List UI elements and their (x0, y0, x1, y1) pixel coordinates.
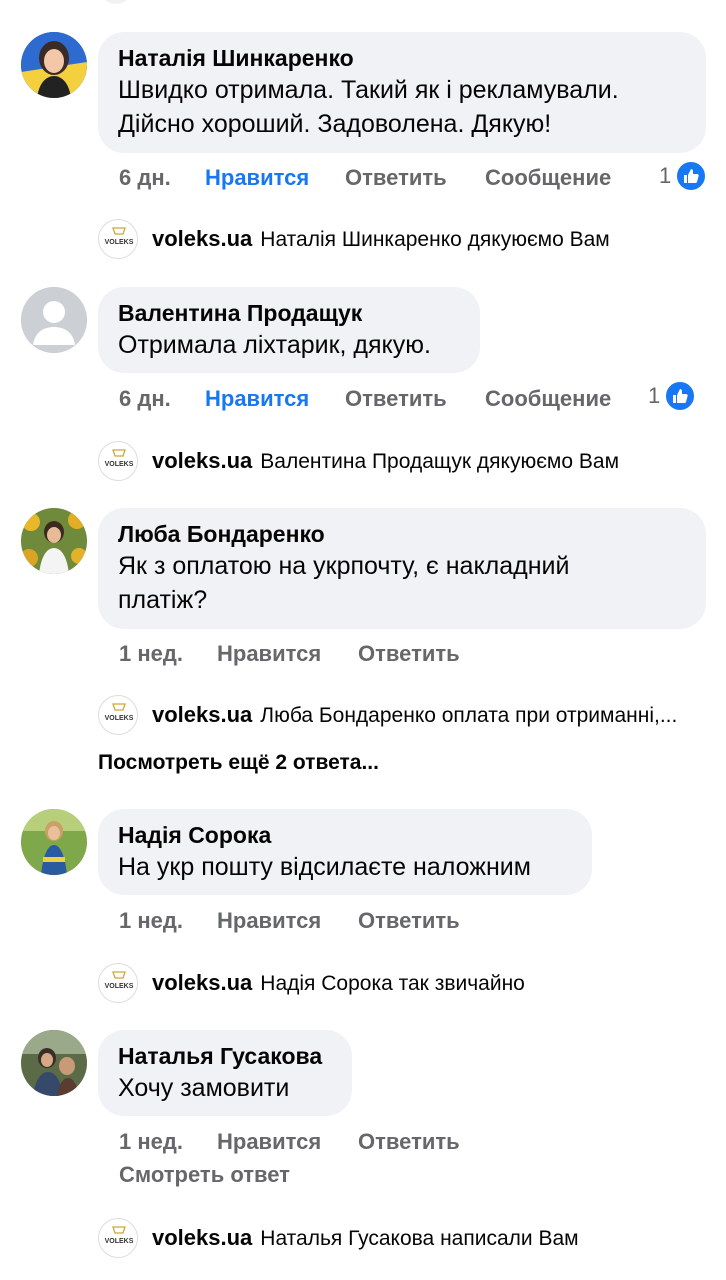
user-photo-icon (21, 508, 87, 574)
comment-bubble: Валентина Продащук Отримала ліхтарик, дя… (98, 287, 480, 373)
comment-text-line: Швидко отримала. Такий як і рекламували. (118, 76, 619, 104)
svg-text:VOLEKS: VOLEKS (105, 715, 134, 722)
avatar[interactable] (21, 287, 87, 353)
previous-comment-bubble-edge (98, 0, 134, 4)
comment-author[interactable]: Наталія Шинкаренко (118, 43, 686, 73)
comment-time[interactable]: 1 нед. (119, 905, 183, 937)
reply-body: Валентина Продащук дякуюємо Вам (260, 450, 620, 473)
like-button[interactable]: Нравится (217, 638, 321, 670)
user-photo-icon (21, 809, 87, 875)
comment-time[interactable]: 6 дн. (119, 162, 171, 194)
reply-author[interactable]: voleks.ua (152, 702, 252, 727)
reply-button[interactable]: Ответить (345, 162, 447, 194)
reply-text: voleks.ua Люба Бондаренко оплата при отри… (152, 695, 718, 736)
comment-author[interactable]: Валентина Продащук (118, 298, 460, 328)
comment-text-line: Як з оплатою на укрпочту, є накладний (118, 552, 570, 580)
comment-actions: 1 нед. Нравится Ответить (119, 1126, 519, 1158)
comment-bubble: Наталія Шинкаренко Швидко отримала. Таки… (98, 32, 706, 153)
page-reply: VOLEKS voleks.ua Наталія Шинкаренко дякую… (98, 219, 718, 261)
avatar[interactable] (21, 809, 87, 875)
page-reply: VOLEKS voleks.ua Надія Сорока так звичайн… (98, 963, 718, 1005)
avatar[interactable] (21, 508, 87, 574)
reply-body: Надія Сорока так звичайно (260, 972, 525, 995)
comment-bubble: Надія Сорока На укр пошту відсилаєте нал… (98, 809, 592, 895)
reply-author[interactable]: voleks.ua (152, 226, 252, 251)
comment-bubble: Люба Бондаренко Як з оплатою на укрпочту… (98, 508, 706, 629)
user-photo-icon (21, 32, 87, 98)
view-reply-link[interactable]: Смотреть ответ (119, 1162, 290, 1188)
reply-button[interactable]: Ответить (358, 905, 460, 937)
reply-author[interactable]: voleks.ua (152, 970, 252, 995)
voleks-logo-icon[interactable]: VOLEKS (98, 1218, 138, 1258)
voleks-logo-icon[interactable]: VOLEKS (98, 441, 138, 481)
like-button[interactable]: Нравится (205, 162, 309, 194)
reply-button[interactable]: Ответить (358, 638, 460, 670)
voleks-logo-icon[interactable]: VOLEKS (98, 219, 138, 259)
reply-body: Наталья Гусакова написали Вам (260, 1227, 579, 1250)
view-more-replies-link[interactable]: Посмотреть ещё 2 ответа... (98, 751, 379, 775)
comment-actions: 6 дн. Нравится Ответить Сообщение (119, 162, 611, 194)
like-icon (675, 160, 708, 192)
comment-time[interactable]: 6 дн. (119, 383, 171, 415)
reply-button[interactable]: Ответить (358, 1126, 460, 1158)
comment-actions: 1 нед. Нравится Ответить (119, 905, 519, 937)
comment-text-line: Дійсно хороший. Задоволена. Дякую! (118, 110, 552, 138)
comment-text-line: Отримала ліхтарик, дякую. (118, 331, 431, 359)
reaction-summary[interactable]: 1 (659, 160, 708, 192)
voleks-logo-icon[interactable]: VOLEKS (98, 695, 138, 735)
reply-author[interactable]: voleks.ua (152, 448, 252, 473)
comment-actions: 1 нед. Нравится Ответить (119, 638, 519, 670)
comment-actions: 6 дн. Нравится Ответить Сообщение (119, 383, 611, 415)
comment-author[interactable]: Надія Сорока (118, 820, 572, 850)
page-reply: VOLEKS voleks.ua Валентина Продащук дякую… (98, 441, 718, 483)
svg-text:VOLEKS: VOLEKS (105, 461, 134, 468)
reply-body: Люба Бондаренко оплата при отриманні,... (260, 704, 678, 727)
comment-time[interactable]: 1 нед. (119, 638, 183, 670)
comment-author[interactable]: Наталья Гусакова (118, 1041, 332, 1071)
comment-text-line: Хочу замовити (118, 1074, 290, 1102)
svg-text:VOLEKS: VOLEKS (105, 1238, 134, 1245)
comment-text-line: На укр пошту відсилаєте наложним (118, 853, 531, 881)
avatar[interactable] (21, 1030, 87, 1096)
like-button[interactable]: Нравится (217, 1126, 321, 1158)
reply-body: Наталія Шинкаренко дякуюємо Вам (260, 228, 610, 251)
reaction-summary[interactable]: 1 (648, 380, 697, 412)
message-button[interactable]: Сообщение (485, 383, 611, 415)
svg-text:VOLEKS: VOLEKS (105, 239, 134, 246)
default-avatar-icon (21, 287, 87, 353)
comment-bubble: Наталья Гусакова Хочу замовити (98, 1030, 352, 1116)
like-button[interactable]: Нравится (205, 383, 309, 415)
reply-button[interactable]: Ответить (345, 383, 447, 415)
like-icon (664, 380, 697, 412)
reply-author[interactable]: voleks.ua (152, 1225, 252, 1250)
like-button[interactable]: Нравится (217, 905, 321, 937)
reply-text: voleks.ua Валентина Продащук дякуюємо Вам (152, 441, 718, 482)
page-reply: VOLEKS voleks.ua Наталья Гусакова написал… (98, 1218, 718, 1260)
reply-text: voleks.ua Наталья Гусакова написали Вам (152, 1218, 718, 1259)
svg-text:VOLEKS: VOLEKS (105, 983, 134, 990)
message-button[interactable]: Сообщение (485, 162, 611, 194)
comment-time[interactable]: 1 нед. (119, 1126, 183, 1158)
reply-text: voleks.ua Надія Сорока так звичайно (152, 963, 718, 1004)
reaction-count: 1 (648, 383, 661, 408)
avatar[interactable] (21, 32, 87, 98)
reply-text: voleks.ua Наталія Шинкаренко дякуюємо Вам (152, 219, 718, 260)
comment-text-line: платіж? (118, 586, 208, 614)
voleks-logo-icon[interactable]: VOLEKS (98, 963, 138, 1003)
page-reply: VOLEKS voleks.ua Люба Бондаренко оплата п… (98, 695, 718, 737)
reaction-count: 1 (659, 163, 672, 188)
user-photo-icon (21, 1030, 87, 1096)
comment-author[interactable]: Люба Бондаренко (118, 519, 686, 549)
